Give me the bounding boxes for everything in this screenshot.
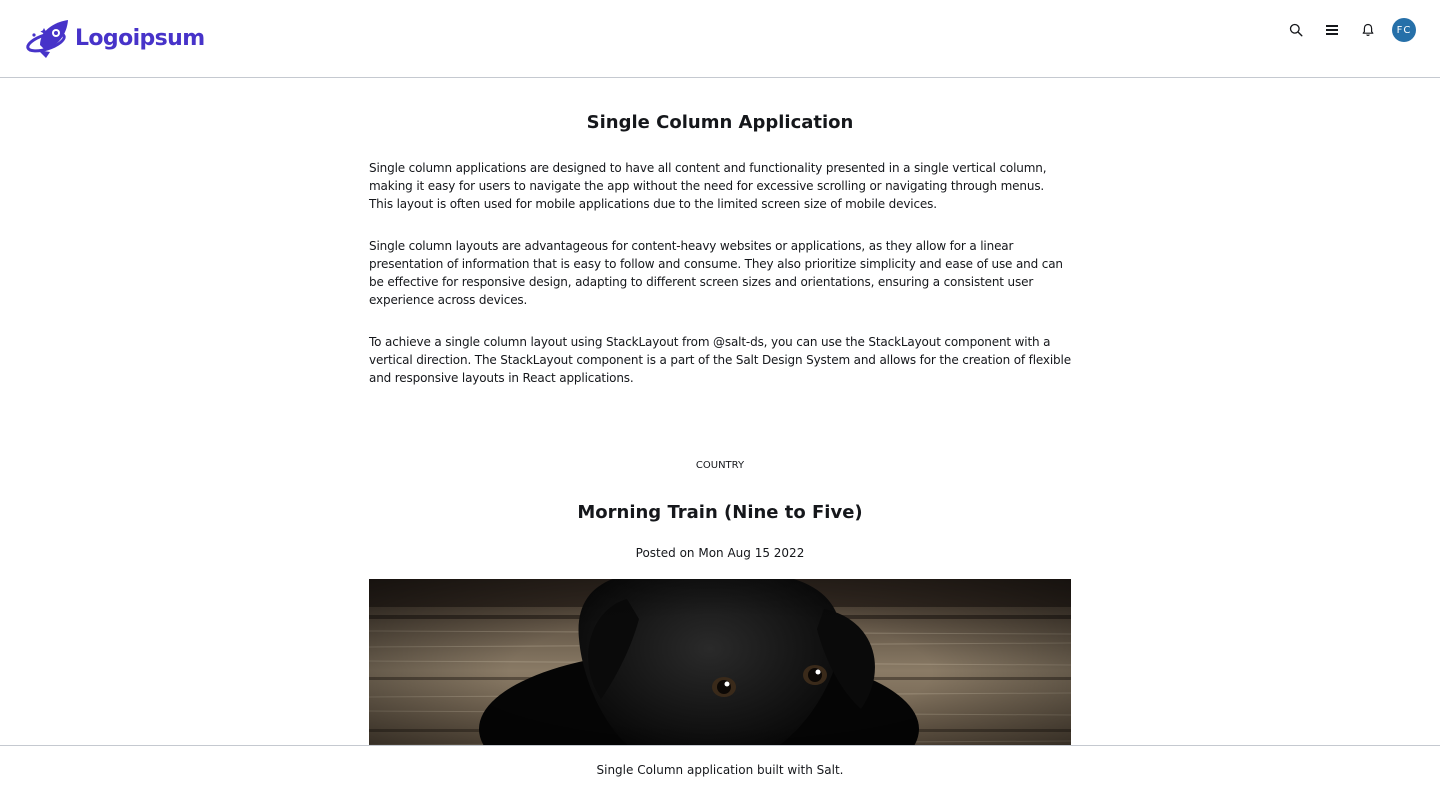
puppy-photo — [369, 579, 1071, 763]
notifications-button[interactable] — [1356, 18, 1380, 42]
intro-paragraph-2: Single column layouts are advantageous f… — [369, 239, 1063, 307]
logo[interactable]: Logoipsum — [26, 17, 205, 61]
header-actions: FC — [1272, 18, 1416, 42]
logo-mark-icon — [26, 20, 68, 58]
search-button[interactable] — [1284, 18, 1308, 42]
app-header: Logoipsum FC — [0, 0, 1440, 78]
user-avatar[interactable]: FC — [1392, 18, 1416, 42]
bell-icon — [1362, 23, 1374, 36]
app-footer: Single Column application built with Sal… — [0, 745, 1440, 796]
page-title: Single Column Application — [586, 112, 854, 133]
intro-paragraph-3: To achieve a single column layout using … — [369, 335, 1071, 385]
menu-icon — [1326, 25, 1338, 35]
blog-post: COUNTRY Morning Train (Nine to Five) Pos… — [369, 459, 1071, 763]
main-content: Single Column Application Single column … — [369, 79, 1071, 763]
post-title: Morning Train (Nine to Five) — [577, 502, 863, 523]
menu-button[interactable] — [1320, 18, 1344, 42]
logo-text: Logoipsum — [75, 26, 205, 51]
post-category: COUNTRY — [695, 460, 745, 471]
footer-text: Single Column application built with Sal… — [596, 763, 844, 777]
post-date: Posted on Mon Aug 15 2022 — [635, 546, 805, 560]
search-icon — [1289, 23, 1303, 37]
intro-paragraph-1: Single column applications are designed … — [369, 161, 1047, 211]
